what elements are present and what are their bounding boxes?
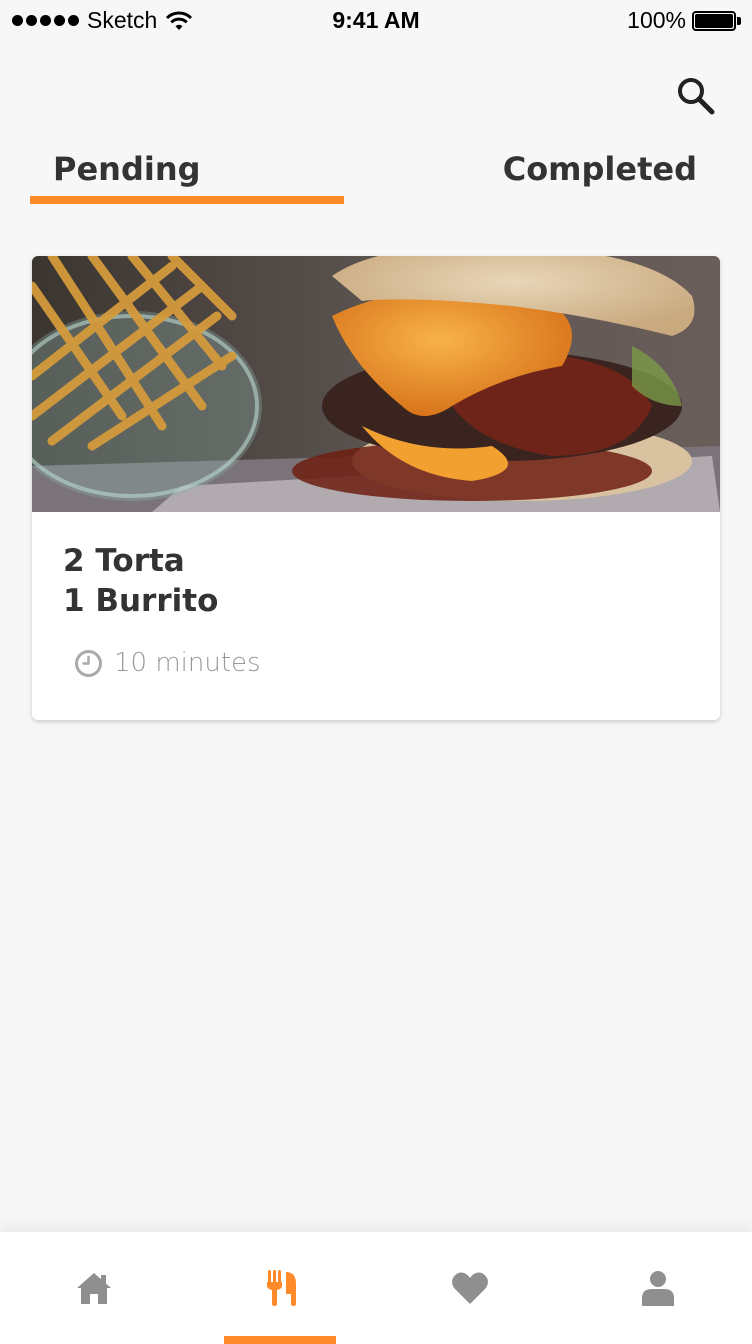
status-bar: Sketch 9:41 AM 100% [0, 0, 752, 40]
active-nav-indicator [224, 1336, 336, 1344]
heart-icon [452, 1272, 488, 1304]
clock-icon [75, 649, 102, 677]
battery-percent: 100% [627, 7, 686, 33]
order-eta: 10 minutes [74, 648, 261, 678]
order-card[interactable]: 2 Torta 1 Burrito 10 minutes [32, 256, 720, 720]
tab-completed[interactable]: Completed [503, 150, 697, 188]
nav-item-profile[interactable] [564, 1232, 752, 1344]
home-icon [77, 1273, 111, 1304]
active-tab-indicator [30, 196, 344, 204]
bottom-navigation [0, 1232, 752, 1344]
nav-item-orders[interactable] [188, 1232, 376, 1344]
order-items: 2 Torta 1 Burrito [63, 541, 218, 621]
battery-icon [692, 10, 742, 32]
burger-and-waffle-fries-photo [32, 256, 720, 512]
user-icon [642, 1271, 674, 1306]
search-button[interactable] [674, 74, 718, 118]
order-item: 2 Torta [63, 543, 185, 579]
nav-item-favorites[interactable] [376, 1232, 564, 1344]
order-item: 1 Burrito [63, 583, 219, 619]
nav-item-home[interactable] [0, 1232, 188, 1344]
restaurant-icon [267, 1270, 296, 1306]
eta-text: 10 minutes [114, 648, 261, 678]
status-right: 100% [627, 7, 742, 34]
search-icon [678, 78, 715, 115]
tab-pending[interactable]: Pending [53, 150, 201, 188]
